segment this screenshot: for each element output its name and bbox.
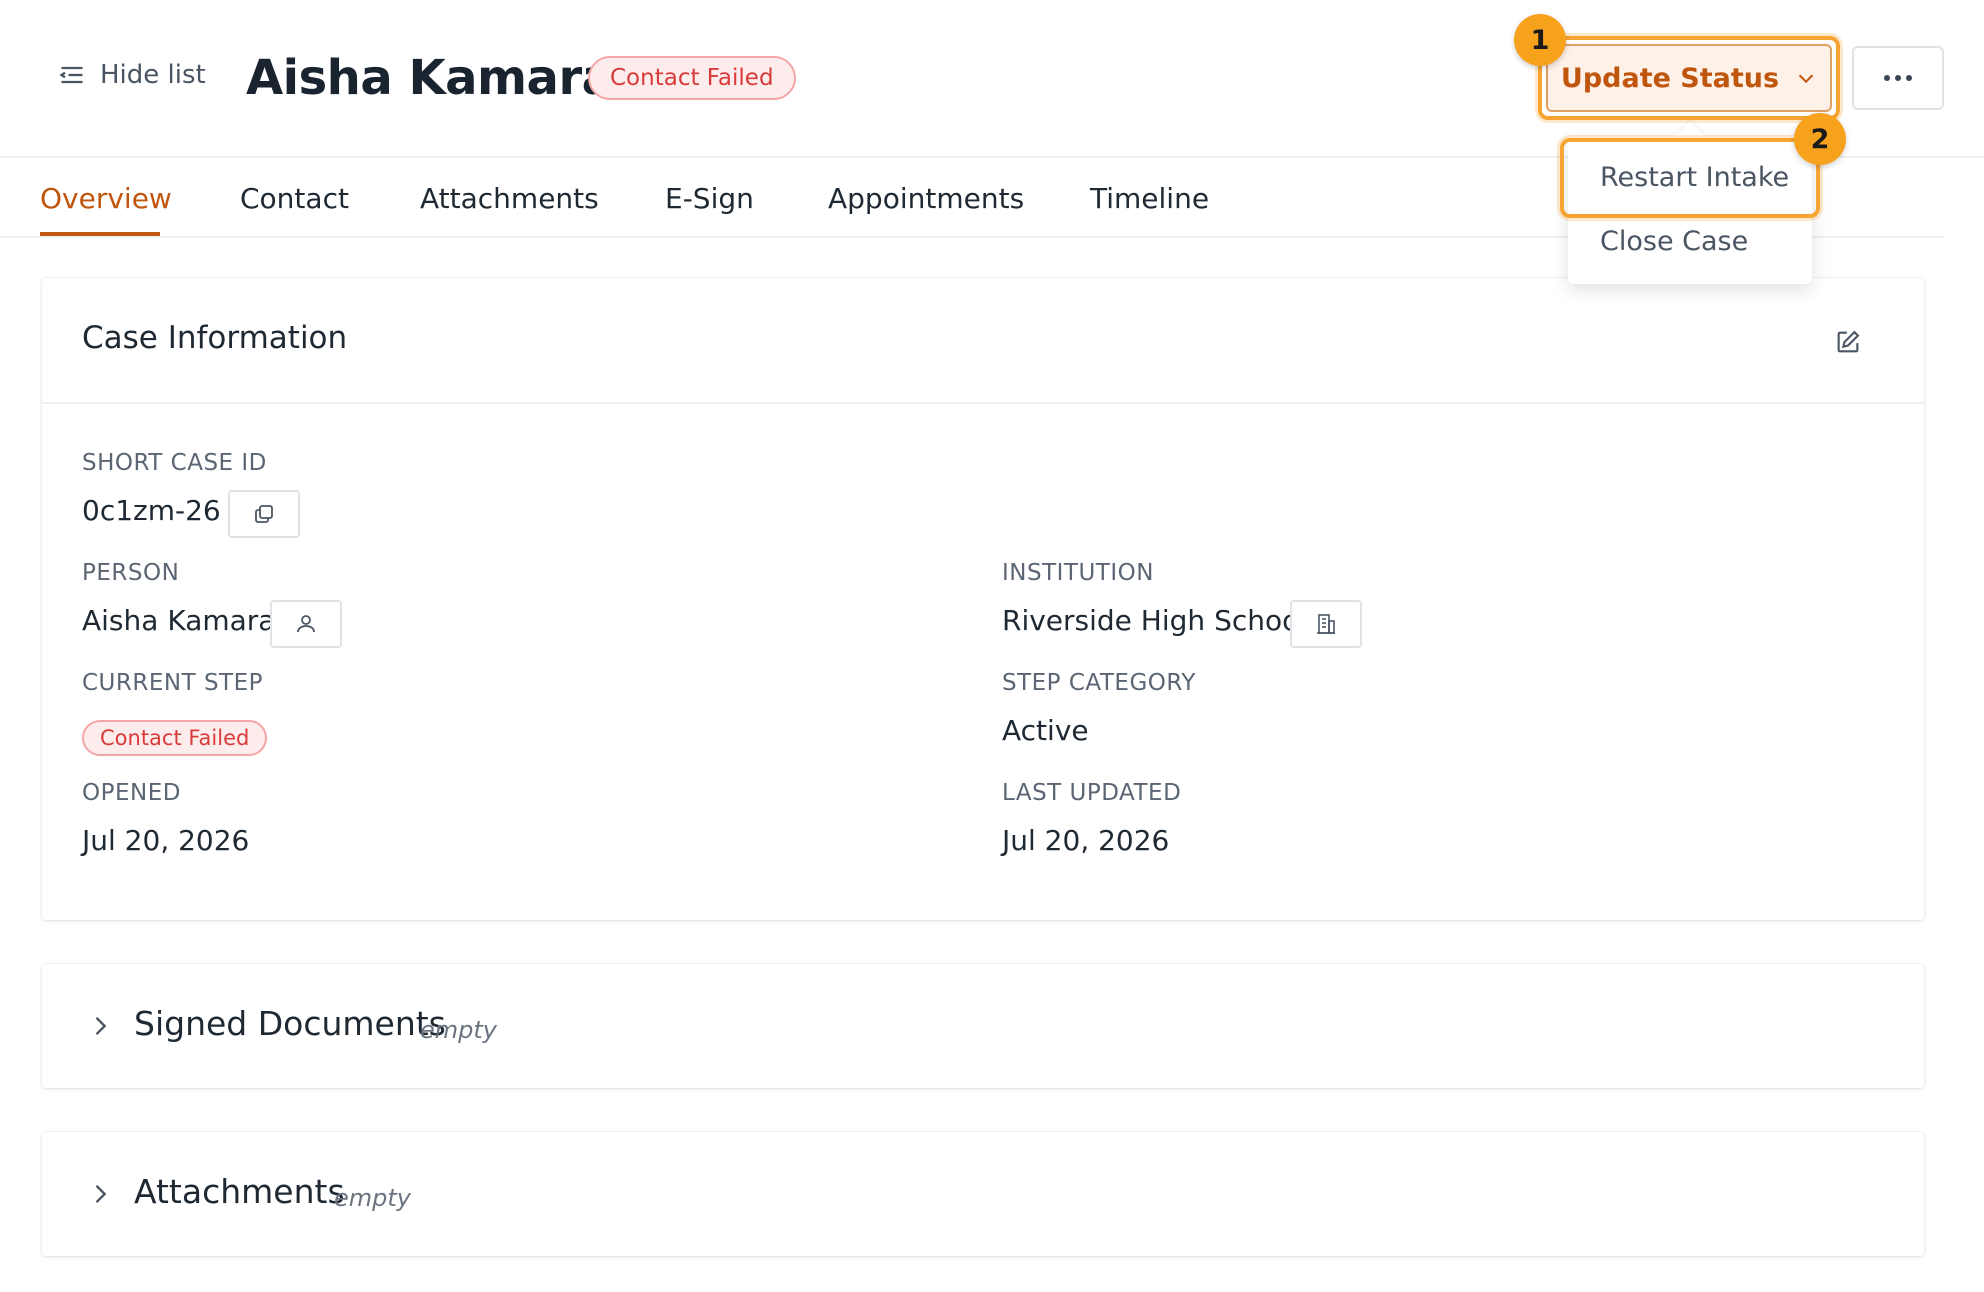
tab-contact[interactable]: Contact xyxy=(240,182,349,215)
chevron-right-icon xyxy=(95,1185,107,1203)
short-case-id-label: SHORT CASE ID xyxy=(82,450,267,476)
last-updated-label: LAST UPDATED xyxy=(1002,780,1182,806)
attachments-section[interactable]: Attachments empty xyxy=(42,1132,1924,1256)
user-icon xyxy=(297,615,315,633)
step-marker-1: 1 xyxy=(1514,14,1566,66)
case-information-title: Case Information xyxy=(82,320,348,356)
person-value: Aisha Kamara xyxy=(82,604,276,637)
close-case-menu-item[interactable]: Close Case xyxy=(1600,226,1748,257)
edit-icon[interactable] xyxy=(1834,328,1862,356)
current-step-badge: Contact Failed xyxy=(82,720,268,756)
tab-attachments[interactable]: Attachments xyxy=(420,182,599,215)
step-category-value: Active xyxy=(1002,714,1089,747)
copy-case-id-button[interactable] xyxy=(228,490,300,538)
opened-value: Jul 20, 2026 xyxy=(82,824,250,857)
list-collapse-icon xyxy=(59,66,83,84)
signed-documents-section[interactable]: Signed Documents empty xyxy=(42,964,1924,1088)
restart-intake-menu-item[interactable]: Restart Intake xyxy=(1600,162,1789,193)
more-dots-icon xyxy=(1884,75,1912,81)
page-title: Aisha Kamara xyxy=(246,50,614,106)
update-status-button[interactable]: Update Status xyxy=(1546,44,1832,112)
view-institution-button[interactable] xyxy=(1290,600,1362,648)
tab-overview[interactable]: Overview xyxy=(40,182,172,215)
opened-label: OPENED xyxy=(82,780,181,806)
step-category-label: STEP CATEGORY xyxy=(1002,670,1196,696)
person-label: PERSON xyxy=(82,560,180,586)
institution-value: Riverside High School xyxy=(1002,604,1308,637)
signed-documents-empty-label: empty xyxy=(420,1016,497,1044)
current-step-label: CURRENT STEP xyxy=(82,670,264,696)
tab-appointments[interactable]: Appointments xyxy=(828,182,1024,215)
step-marker-2: 2 xyxy=(1794,113,1846,165)
chevron-down-icon xyxy=(1798,74,1814,84)
update-status-label: Update Status xyxy=(1560,62,1780,94)
hide-list-button[interactable]: Hide list xyxy=(58,60,206,90)
attachments-empty-label: empty xyxy=(334,1184,411,1212)
tab-timeline[interactable]: Timeline xyxy=(1090,182,1209,215)
more-actions-button[interactable] xyxy=(1852,46,1944,110)
status-badge: Contact Failed xyxy=(588,56,796,100)
institution-label: INSTITUTION xyxy=(1002,560,1154,586)
update-status-dropdown: Restart Intake Close Case xyxy=(1568,136,1812,284)
copy-icon xyxy=(255,505,273,523)
view-person-button[interactable] xyxy=(270,600,342,648)
hide-list-label: Hide list xyxy=(100,60,206,90)
attachments-title: Attachments xyxy=(134,1172,345,1211)
tab-esign[interactable]: E-Sign xyxy=(665,182,754,215)
signed-documents-title: Signed Documents xyxy=(134,1004,446,1043)
last-updated-value: Jul 20, 2026 xyxy=(1002,824,1170,857)
building-icon xyxy=(1317,614,1335,634)
case-information-header: Case Information xyxy=(42,278,1924,404)
chevron-right-icon xyxy=(95,1017,107,1035)
short-case-id-value: 0c1zm-26 xyxy=(82,494,221,527)
case-information-card: Case Information SHORT CASE ID 0c1zm-26 … xyxy=(42,278,1924,920)
active-tab-indicator xyxy=(40,232,160,236)
